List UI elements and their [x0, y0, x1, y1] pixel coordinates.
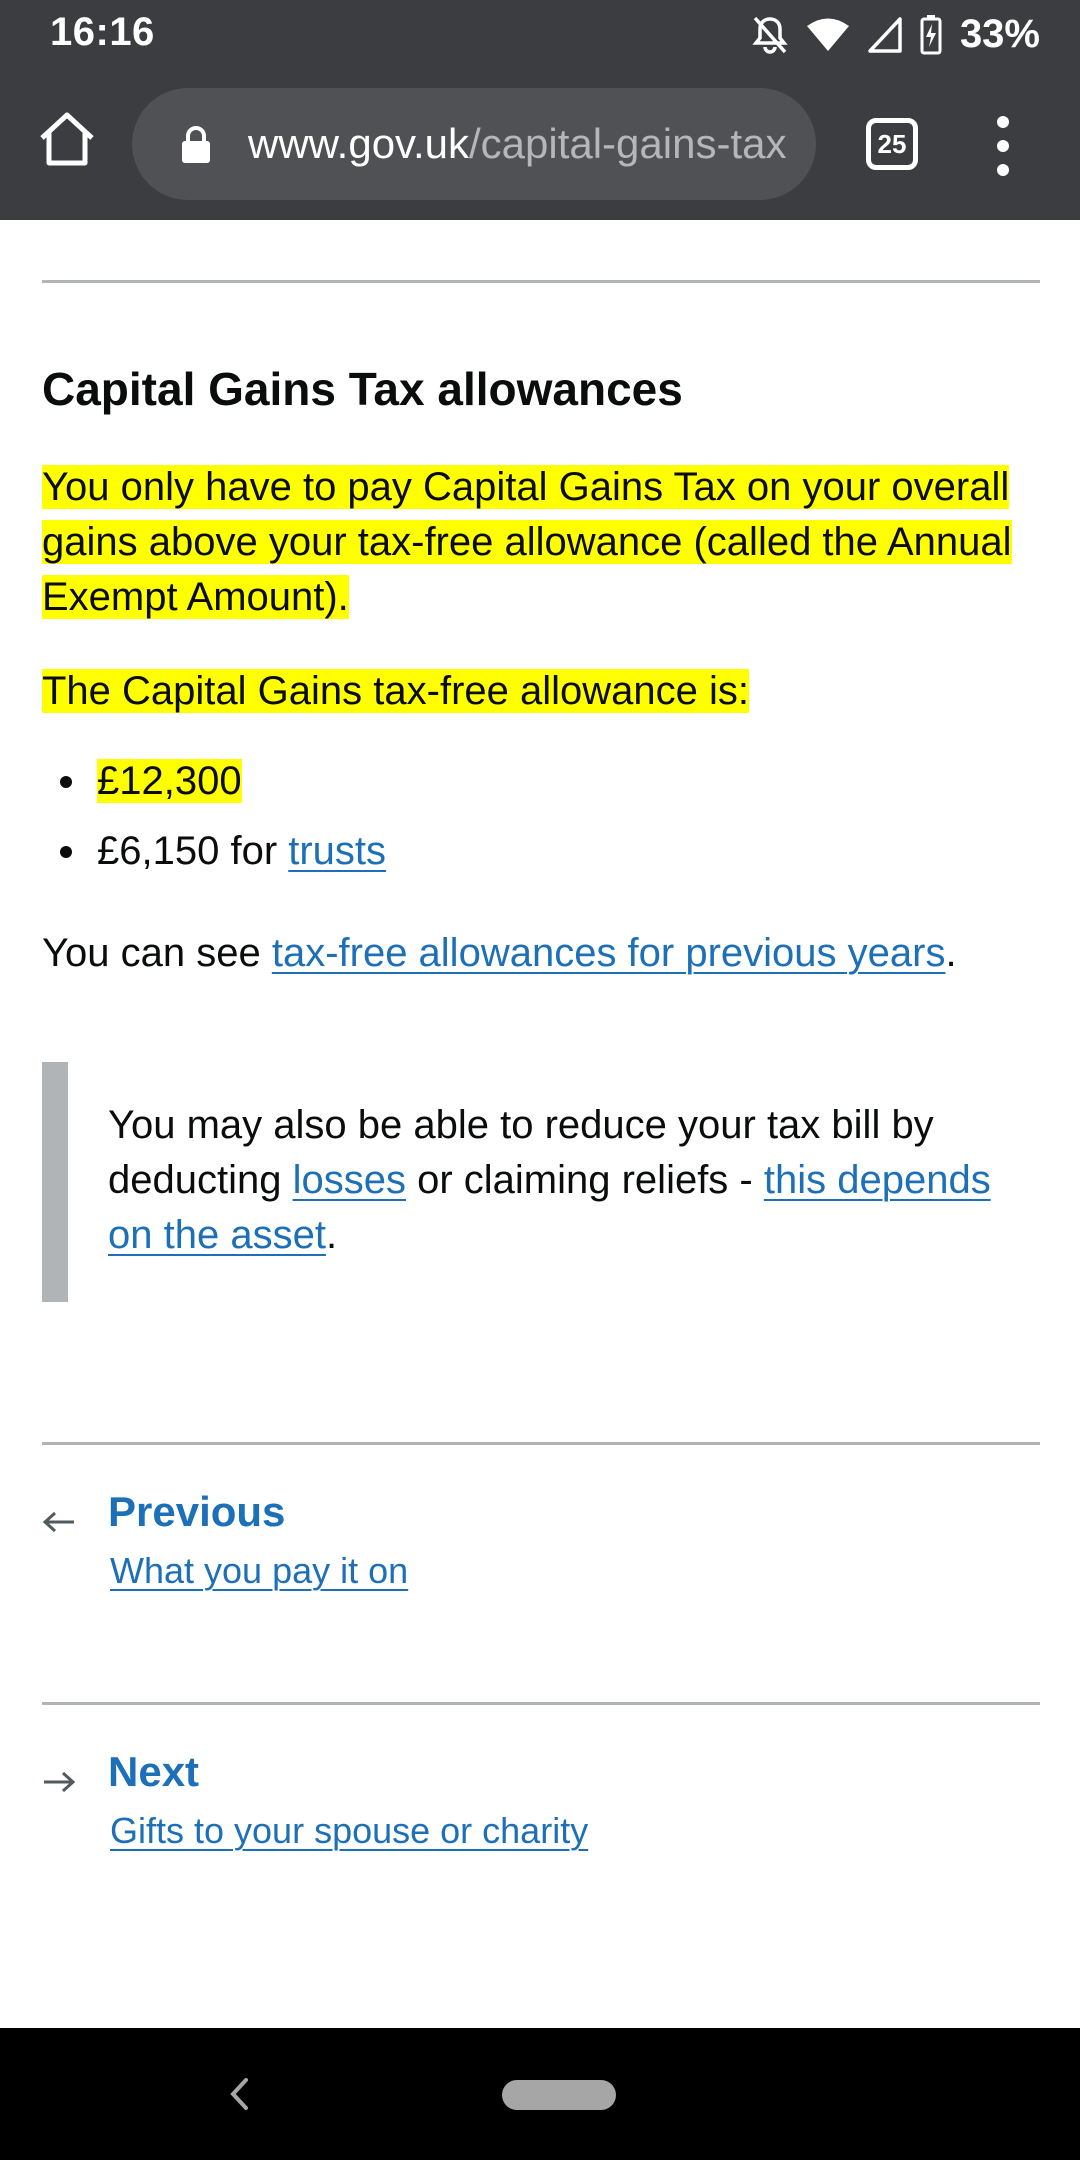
pagination-divider — [42, 1702, 1040, 1705]
signal-icon — [868, 16, 902, 53]
url-path: /capital-gains-tax — [468, 120, 787, 167]
lock-icon — [182, 126, 210, 163]
arrow-right-icon — [44, 1771, 76, 1793]
wifi-icon — [806, 18, 849, 51]
inset-border — [42, 1062, 68, 1302]
battery-charging-icon — [920, 14, 942, 54]
more-vert-icon[interactable] — [988, 116, 1018, 176]
next-label[interactable]: Next — [108, 1748, 199, 1796]
status-time: 16:16 — [50, 10, 155, 54]
list-item: £12,300 — [42, 754, 386, 824]
previous-label[interactable]: Previous — [108, 1488, 285, 1536]
inset-text-3: . — [325, 1213, 338, 1257]
previous-years-end: . — [945, 931, 957, 975]
losses-link[interactable]: losses — [293, 1158, 406, 1202]
list-item: £6,150 for trusts — [42, 824, 386, 894]
system-nav-bar — [0, 2028, 1080, 2160]
trusts-text: £6,150 for — [97, 829, 289, 873]
intro-highlight: You only have to pay Capital Gains Tax o… — [42, 465, 1012, 619]
status-icons: 33% — [752, 12, 1040, 57]
inset-paragraph: You may also be able to reduce your tax … — [108, 1098, 1008, 1263]
status-bar: 16:16 33% — [0, 0, 1080, 70]
allowance-amount: £12,300 — [97, 759, 242, 803]
allowance-list: £12,300 £6,150 for trusts — [42, 754, 386, 894]
main-content: Capital Gains Tax allowances You only ha… — [0, 220, 1080, 2028]
pagination-divider — [42, 1442, 1040, 1445]
home-icon[interactable] — [36, 108, 98, 170]
allowance-intro-highlight: The Capital Gains tax-free allowance is: — [42, 669, 749, 713]
section-heading: Capital Gains Tax allowances — [42, 363, 683, 415]
previous-years-paragraph: You can see tax-free allowances for prev… — [42, 926, 1042, 981]
home-pill[interactable] — [502, 2080, 616, 2110]
inset-text-2: or claiming reliefs - — [405, 1158, 764, 1202]
notifications-off-icon — [752, 16, 788, 54]
allowance-intro: The Capital Gains tax-free allowance is: — [42, 664, 1042, 719]
tab-switcher-button[interactable]: 25 — [866, 118, 918, 170]
browser-toolbar: www.gov.uk/capital-gains-tax 25 — [0, 70, 1080, 220]
url-bar[interactable]: www.gov.uk/capital-gains-tax — [132, 88, 816, 200]
back-chevron-icon[interactable] — [224, 2074, 254, 2114]
previous-years-text: You can see — [42, 931, 272, 975]
url-domain: www.gov.uk — [248, 120, 469, 167]
section-divider — [42, 280, 1040, 283]
arrow-left-icon — [42, 1511, 74, 1533]
previous-title-link[interactable]: What you pay it on — [110, 1550, 408, 1592]
url-text: www.gov.uk/capital-gains-tax — [248, 120, 808, 168]
trusts-link[interactable]: trusts — [288, 829, 386, 873]
inset-text-box: You may also be able to reduce your tax … — [42, 1062, 1040, 1302]
next-title-link[interactable]: Gifts to your spouse or charity — [110, 1810, 588, 1852]
battery-percent: 33% — [959, 12, 1040, 56]
intro-paragraph: You only have to pay Capital Gains Tax o… — [42, 460, 1042, 625]
previous-years-link[interactable]: tax-free allowances for previous years — [272, 931, 946, 975]
